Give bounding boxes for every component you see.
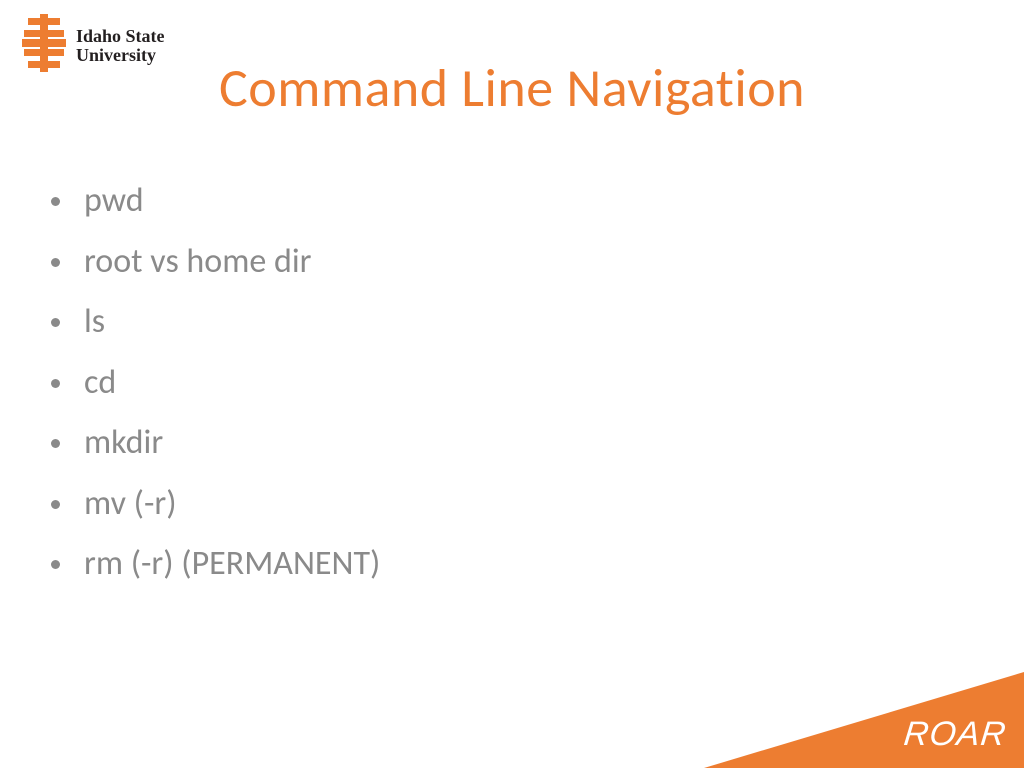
list-item: rm (-r) (PERMANENT)	[76, 543, 380, 586]
slide: Idaho State University Command Line Navi…	[0, 0, 1024, 768]
list-item: pwd	[76, 180, 380, 223]
list-item: ls	[76, 301, 380, 344]
list-item: cd	[76, 362, 380, 405]
list-item: mkdir	[76, 422, 380, 465]
corner-accent: ROAR	[704, 672, 1024, 768]
slide-title: Command Line Navigation	[0, 55, 1024, 121]
bullet-list: pwd root vs home dir ls cd mkdir mv (-r)…	[76, 180, 380, 604]
list-item: mv (-r)	[76, 483, 380, 526]
list-item: root vs home dir	[76, 241, 380, 284]
roar-label: ROAR	[902, 715, 1008, 754]
university-name-line1: Idaho State	[76, 27, 165, 46]
